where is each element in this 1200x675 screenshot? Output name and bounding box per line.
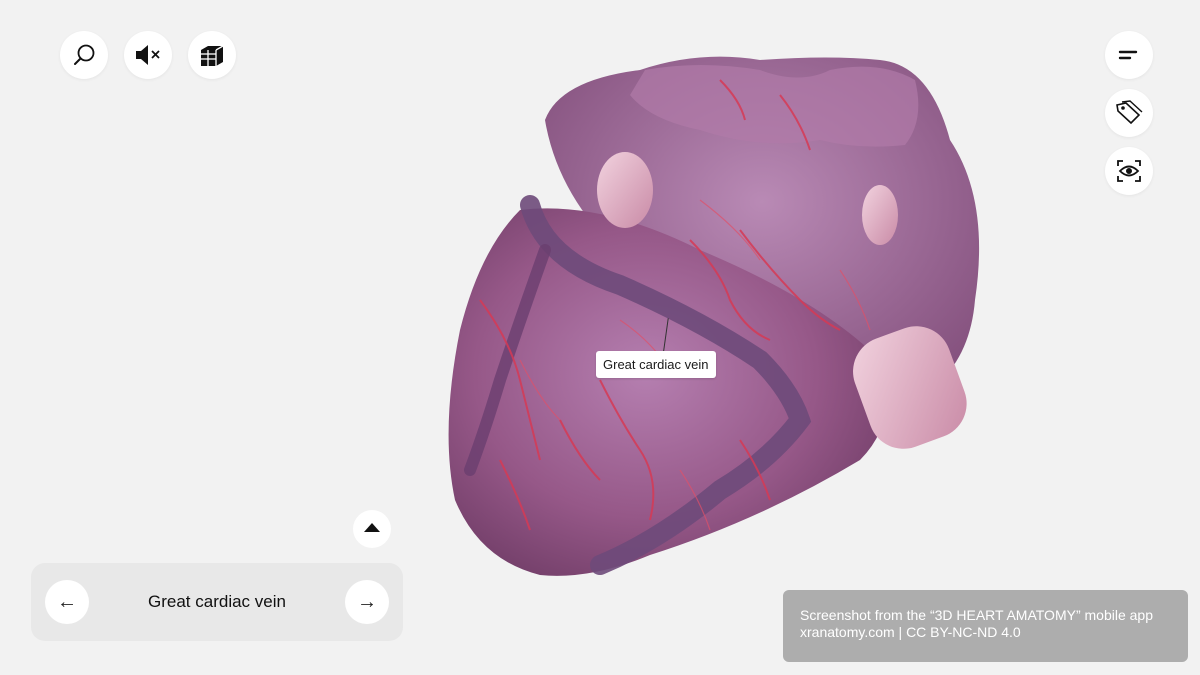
- search-icon: [71, 42, 97, 68]
- credit-line-2: xranatomy.com | CC BY-NC-ND 4.0: [800, 624, 1021, 640]
- labels-button[interactable]: [1105, 89, 1153, 137]
- search-button[interactable]: [60, 31, 108, 79]
- tag-icon: [1114, 100, 1144, 126]
- structure-title: Great cardiac vein: [148, 592, 286, 611]
- mute-icon: [133, 42, 163, 68]
- structure-navigator: ← Great cardiac vein →: [31, 563, 403, 641]
- previous-structure-button[interactable]: ←: [45, 580, 89, 624]
- arrow-left-icon: ←: [57, 590, 77, 613]
- next-structure-button[interactable]: →: [345, 580, 389, 624]
- view-icon: [1115, 158, 1143, 184]
- triangle-up-icon: [362, 520, 382, 538]
- credit-overlay: Screenshot from the “3D HEART AMATOMY” m…: [783, 590, 1188, 662]
- layers-icon: [198, 42, 226, 68]
- menu-icon: [1118, 48, 1140, 62]
- mute-button[interactable]: [124, 31, 172, 79]
- arrow-right-icon: →: [357, 590, 377, 613]
- credit-line-1: Screenshot from the “3D HEART AMATOMY” m…: [800, 607, 1153, 623]
- view-button[interactable]: [1105, 147, 1153, 195]
- expand-panel-button[interactable]: [353, 510, 391, 548]
- layers-button[interactable]: [188, 31, 236, 79]
- menu-button[interactable]: [1105, 31, 1153, 79]
- structure-label[interactable]: Great cardiac vein: [596, 351, 716, 378]
